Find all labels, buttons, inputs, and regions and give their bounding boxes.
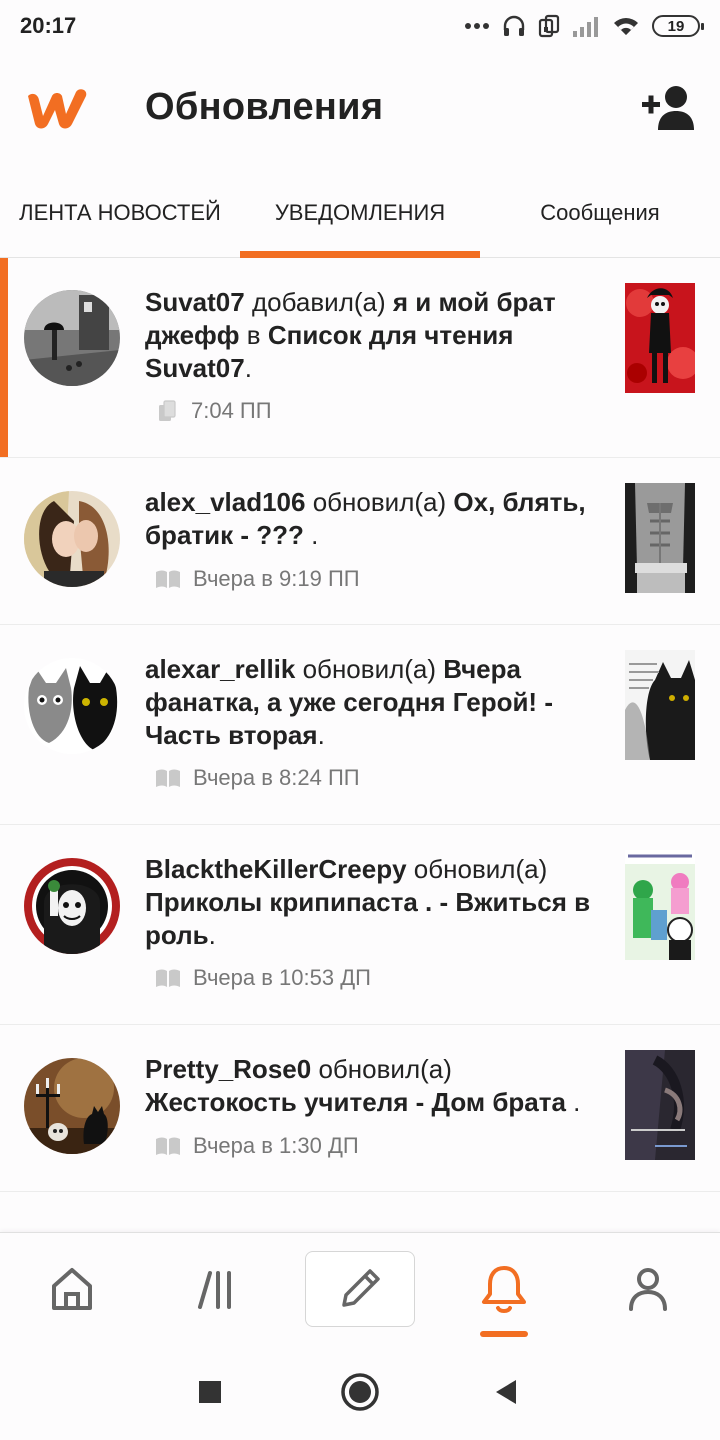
headphones-icon [503,15,525,36]
timestamp: Вчера в 8:24 ПП [193,765,360,790]
timestamp: Вчера в 1:30 ДП [193,1133,359,1158]
end-punctuation: . [317,720,325,750]
notification-item[interactable]: Suvat07 добавил(а) я и мой брат джефф в … [0,258,720,458]
username-link[interactable]: Suvat07 [145,287,245,317]
tab-bar: ЛЕНТА НОВОСТЕЙ УВЕДОМЛЕНИЯ Сообщения [0,168,720,258]
story-cover[interactable] [625,1050,695,1160]
username-link[interactable]: BlacktheKillerCreepy [145,854,407,884]
book-icon [156,570,180,588]
back-icon[interactable] [484,1370,528,1414]
recent-apps-icon[interactable] [188,1370,232,1414]
bottom-navigation [0,1232,720,1344]
battery-icon: 19 [652,15,704,37]
tab-messages[interactable]: Сообщения [480,168,720,258]
story-cover[interactable] [625,650,695,760]
status-bar: 20:17 19 [0,0,720,52]
notification-text: BlacktheKillerCreepy обновил(а) Приколы … [145,853,600,952]
timestamp: 7:04 ПП [191,398,272,423]
notification-text: alex_vlad106 обновил(а) Ох, блять, брати… [145,486,600,552]
home-button-icon[interactable] [338,1370,382,1414]
notification-text: Suvat07 добавил(а) я и мой брат джефф в … [145,286,600,385]
dual-sim-icon [538,14,560,38]
notification-meta: 7:04 ПП [155,398,272,424]
notification-item[interactable]: Pretty_Rose0 обновил(а) Жестокость учите… [0,1025,720,1192]
status-icons: 19 [464,12,704,40]
book-icon [156,1137,180,1155]
profile-icon [629,1268,667,1311]
tab-news-feed[interactable]: ЛЕНТА НОВОСТЕЙ [0,168,240,258]
avatar[interactable] [24,858,120,954]
end-punctuation: . [565,1087,581,1117]
end-punctuation: . [244,353,252,383]
action-verb: обновил(а) [413,854,548,884]
book-icon [156,769,180,787]
app-bar: Обновления [0,52,720,164]
end-punctuation: . [303,520,319,550]
story-cover[interactable] [625,483,695,593]
status-time: 20:17 [20,13,77,38]
active-nav-indicator [480,1331,528,1337]
action-verb: обновил(а) [302,654,437,684]
action-verb: добавил(а) [251,287,386,317]
add-user-icon[interactable] [640,82,696,132]
tab-notifications[interactable]: УВЕДОМЛЕНИЯ [240,168,480,258]
write-icon [342,1269,380,1307]
nav-notifications[interactable] [432,1233,576,1345]
notification-item[interactable]: BlacktheKillerCreepy обновил(а) Приколы … [0,825,720,1025]
action-verb: обновил(а) [312,487,447,517]
library-icon [198,1271,231,1309]
story-link[interactable]: Жестокость учителя - Дом брата [145,1087,566,1117]
notifications-bell-icon [482,1266,526,1313]
book-icon [156,969,180,987]
wifi-icon [614,18,638,35]
username-link[interactable]: alexar_rellik [145,654,295,684]
copy-icon [159,400,176,421]
wattpad-logo[interactable] [22,82,92,132]
story-cover[interactable] [625,850,695,960]
nav-home[interactable] [0,1233,144,1345]
connector-word: в [246,320,261,350]
avatar[interactable] [24,1058,120,1154]
notification-item[interactable]: alexar_rellik обновил(а) Вчера фанатка, … [0,625,720,825]
timestamp: Вчера в 10:53 ДП [193,965,371,990]
notification-text: alexar_rellik обновил(а) Вчера фанатка, … [145,653,600,752]
notification-meta: Вчера в 1:30 ДП [155,1133,359,1159]
username-link[interactable]: alex_vlad106 [145,487,305,517]
notification-list: Suvat07 добавил(а) я и мой брат джефф в … [0,258,720,1192]
timestamp: Вчера в 9:19 ПП [193,566,360,591]
avatar[interactable] [24,491,120,587]
notification-meta: Вчера в 9:19 ПП [155,566,360,592]
story-cover[interactable] [625,283,695,393]
notification-meta: Вчера в 8:24 ПП [155,765,360,791]
nav-library[interactable] [144,1233,288,1345]
end-punctuation: . [208,920,216,950]
signal-icon [573,17,598,37]
action-verb: обновил(а) [318,1054,452,1084]
username-link[interactable]: Pretty_Rose0 [145,1054,311,1084]
nav-profile[interactable] [576,1233,720,1345]
system-navigation-bar [0,1344,720,1440]
notification-text: Pretty_Rose0 обновил(а) Жестокость учите… [145,1053,600,1119]
avatar[interactable] [24,290,120,386]
notification-item[interactable]: alex_vlad106 обновил(а) Ох, блять, брати… [0,458,720,625]
notification-meta: Вчера в 10:53 ДП [155,965,371,991]
more-dots-icon [465,23,489,29]
home-icon [52,1268,92,1310]
nav-write[interactable] [305,1251,415,1327]
page-title: Обновления [145,86,384,128]
active-tab-indicator [240,251,480,258]
avatar[interactable] [24,658,120,754]
